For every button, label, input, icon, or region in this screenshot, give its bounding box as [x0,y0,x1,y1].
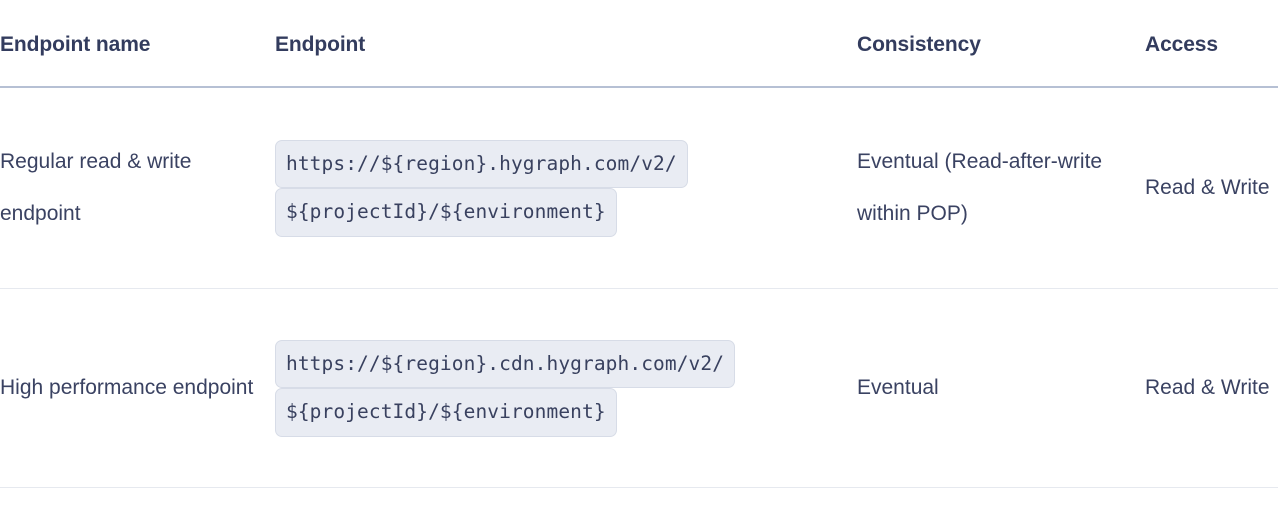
table-header: Endpoint name Endpoint Consistency Acces… [0,0,1278,87]
endpoint-code-chip[interactable]: https://${region}.hygraph.com/v2/ [275,139,688,188]
table-row: High performance endpoint https://${regi… [0,289,1278,488]
table-row: Regular read & write endpoint https://${… [0,87,1278,289]
endpoint-code-chip[interactable]: ${projectId}/${environment} [275,388,617,437]
cell-access: Read & Write [1145,87,1278,289]
access-text: Read & Write [1145,376,1270,399]
cell-endpoint: https://${region}.hygraph.com/v2/ ${proj… [275,87,857,289]
endpoint-code-list: https://${region}.hygraph.com/v2/ ${proj… [275,139,857,237]
endpoint-code-list: https://${region}.cdn.hygraph.com/v2/ ${… [275,339,857,437]
table-body: Regular read & write endpoint https://${… [0,87,1278,488]
endpoint-name-text: Regular read & write endpoint [0,150,192,225]
cell-endpoint: https://${region}.cdn.hygraph.com/v2/ ${… [275,289,857,488]
column-header-consistency: Consistency [857,33,981,56]
column-header-access: Access [1145,33,1218,56]
cell-consistency: Eventual [857,289,1145,488]
consistency-text: Eventual [857,376,939,399]
column-header-endpoint: Endpoint [275,33,366,56]
consistency-text: Eventual (Read-after-write within POP) [857,150,1103,225]
endpoint-code-chip[interactable]: ${projectId}/${environment} [275,188,617,237]
cell-endpoint-name: High performance endpoint [0,289,275,488]
access-text: Read & Write [1145,176,1270,199]
cell-endpoint-name: Regular read & write endpoint [0,87,275,289]
cell-access: Read & Write [1145,289,1278,488]
column-header-endpoint-name: Endpoint name [0,33,151,56]
endpoint-name-text: High performance endpoint [0,376,254,399]
endpoint-table: Endpoint name Endpoint Consistency Acces… [0,0,1278,488]
endpoint-code-chip[interactable]: https://${region}.cdn.hygraph.com/v2/ [275,339,736,388]
cell-consistency: Eventual (Read-after-write within POP) [857,87,1145,289]
table-header-row: Endpoint name Endpoint Consistency Acces… [0,0,1278,87]
